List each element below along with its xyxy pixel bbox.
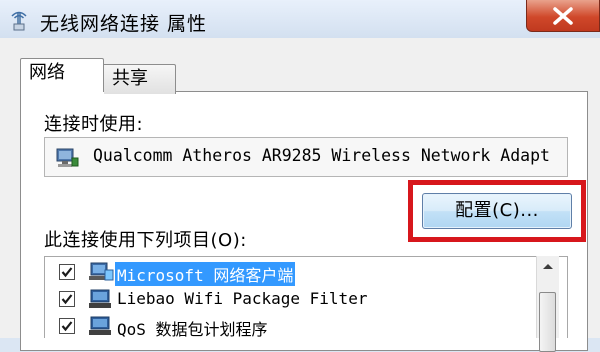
item-label: QoS 数据包计划程序 [117, 320, 268, 338]
item-checkbox[interactable] [59, 264, 75, 280]
item-label: Microsoft 网络客户端 [115, 262, 296, 286]
connect-using-label: 连接时使用: [44, 114, 144, 135]
window-title: 无线网络连接 属性 [40, 13, 208, 35]
list-item[interactable]: Microsoft 网络客户端 [45, 259, 545, 286]
network-client-icon [87, 260, 115, 284]
tab-sharing[interactable]: 共享 [104, 64, 176, 94]
items-list: Microsoft 网络客户端 Liebao Wifi Package Filt… [44, 256, 568, 338]
scroll-thumb[interactable] [539, 292, 556, 352]
close-icon [553, 7, 573, 25]
list-item[interactable]: QoS 数据包计划程序 [45, 313, 545, 338]
scroll-up-arrow-icon[interactable] [537, 256, 559, 278]
list-scrollbar[interactable] [536, 256, 559, 352]
list-item[interactable]: Liebao Wifi Package Filter [45, 286, 545, 312]
item-checkbox[interactable] [59, 291, 75, 307]
network-service-icon [87, 287, 115, 311]
item-checkbox[interactable] [59, 318, 75, 334]
item-label: Liebao Wifi Package Filter [117, 289, 368, 308]
network-connection-icon [8, 10, 30, 32]
tab-network[interactable]: 网络 [20, 58, 104, 92]
items-label: 此连接使用下列项目(O): [44, 230, 247, 251]
network-adapter-icon [54, 146, 80, 170]
network-service-icon [87, 314, 115, 338]
title-bar: 无线网络连接 属性 [0, 0, 600, 38]
adapter-field: Qualcomm Atheros AR9285 Wireless Network… [44, 137, 568, 177]
close-button[interactable] [526, 0, 600, 32]
adapter-name: Qualcomm Atheros AR9285 Wireless Network… [93, 146, 550, 165]
highlight-box [408, 180, 586, 242]
